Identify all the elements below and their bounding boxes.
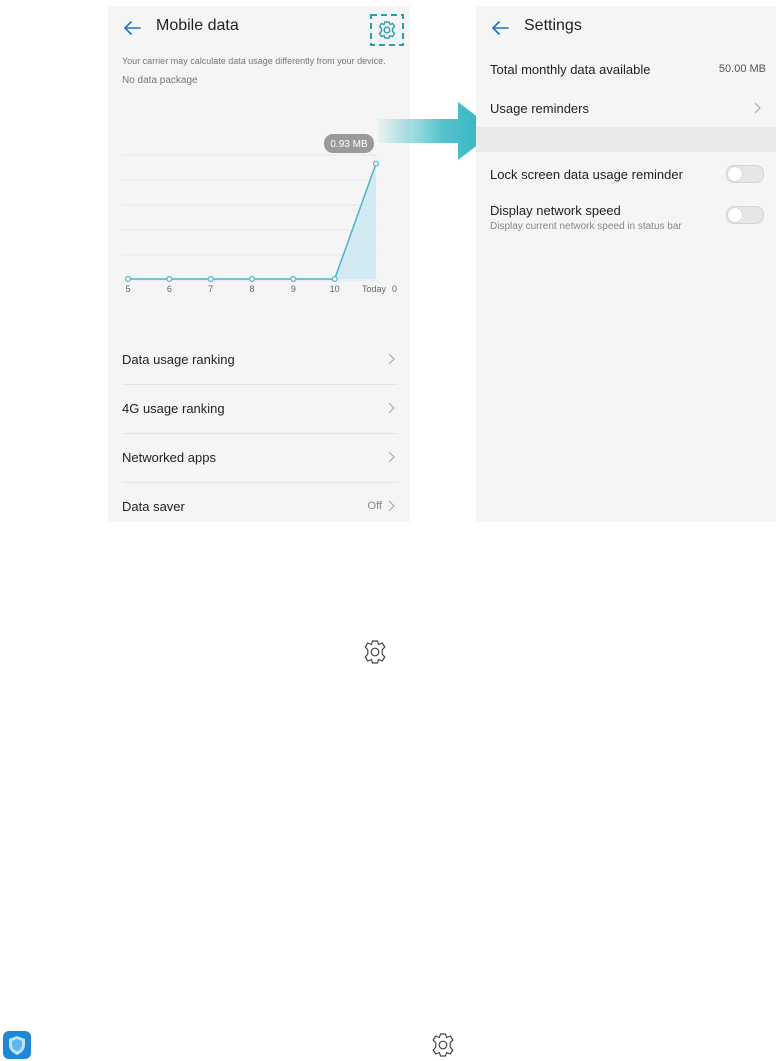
toggle-knob: [728, 167, 742, 181]
gear-icon: [364, 640, 386, 664]
x-tick-label: 9: [291, 284, 296, 294]
total-monthly-data-row[interactable]: Total monthly data available 50.00 MB: [490, 62, 766, 77]
x-tick-label: 6: [167, 284, 172, 294]
row-label: Display network speed: [490, 203, 621, 218]
chart-grid: [122, 154, 378, 281]
item-label: Networked apps: [122, 450, 216, 465]
data-point: [290, 276, 297, 283]
item-label: Data saver: [122, 499, 185, 514]
tooltip-text: 0.93 MB: [330, 139, 368, 150]
row-label: Lock screen data usage reminder: [490, 167, 683, 182]
package-status: No data package: [122, 75, 198, 86]
back-arrow-icon[interactable]: [122, 18, 142, 38]
x-tick-label: 7: [208, 284, 213, 294]
4g-usage-ranking-item[interactable]: 4G usage ranking: [122, 385, 398, 434]
usage-line: [128, 163, 377, 280]
x-tick-label: 5: [125, 284, 130, 294]
back-arrow-icon[interactable]: [490, 18, 510, 38]
data-saver-value: Off: [367, 500, 382, 512]
display-network-speed-row: Display network speed Display current ne…: [490, 203, 766, 232]
item-label: Data usage ranking: [122, 352, 235, 367]
data-point: [249, 276, 256, 283]
data-saver-item[interactable]: Data saver Off: [122, 483, 398, 522]
settings-screen: Settings Total monthly data available 50…: [476, 6, 776, 522]
shield-app-icon[interactable]: [2, 1030, 32, 1060]
header: Mobile data: [108, 6, 410, 50]
data-point: [207, 276, 214, 283]
carrier-note: Your carrier may calculate data usage di…: [122, 56, 386, 66]
display-network-speed-toggle[interactable]: [726, 206, 764, 224]
page-title: Settings: [524, 17, 582, 34]
section-divider: [476, 127, 776, 152]
chevron-right-icon: [754, 102, 761, 114]
gear-icon: [432, 1033, 454, 1057]
lock-screen-reminder-row: Lock screen data usage reminder: [490, 167, 766, 182]
chevron-right-icon: [388, 500, 395, 512]
usage-area: [128, 163, 376, 279]
data-point: [166, 276, 173, 283]
chevron-right-icon: [388, 402, 395, 414]
data-point: [331, 276, 338, 283]
row-label: Usage reminders: [490, 101, 589, 116]
chevron-right-icon: [388, 353, 395, 365]
lock-screen-reminder-toggle[interactable]: [726, 165, 764, 183]
data-usage-ranking-item[interactable]: Data usage ranking: [122, 336, 398, 385]
value-tooltip: 0.93 MB: [324, 134, 374, 153]
x-tick-label: 10: [330, 284, 340, 294]
y-zero-label: 0: [392, 284, 397, 294]
data-point: [373, 160, 380, 167]
x-tick-label: 8: [249, 284, 254, 294]
page-title: Mobile data: [156, 17, 239, 34]
toggle-knob: [728, 208, 742, 222]
usage-reminders-row[interactable]: Usage reminders: [490, 101, 766, 116]
usage-chart: 5 6 7 8 9 10 Today 0 0.93 MB: [122, 134, 397, 294]
networked-apps-item[interactable]: Networked apps: [122, 434, 398, 483]
data-point: [125, 276, 132, 283]
item-label: 4G usage ranking: [122, 401, 225, 416]
mobile-data-screen: Mobile data Your carrier may calculate d…: [108, 6, 410, 522]
chevron-right-icon: [388, 451, 395, 463]
gear-icon: [370, 14, 404, 46]
settings-button[interactable]: [370, 14, 404, 46]
header: Settings: [476, 6, 776, 50]
row-subtitle: Display current network speed in status …: [490, 221, 682, 232]
row-value: 50.00 MB: [718, 63, 766, 75]
x-tick-label: Today: [362, 284, 387, 294]
